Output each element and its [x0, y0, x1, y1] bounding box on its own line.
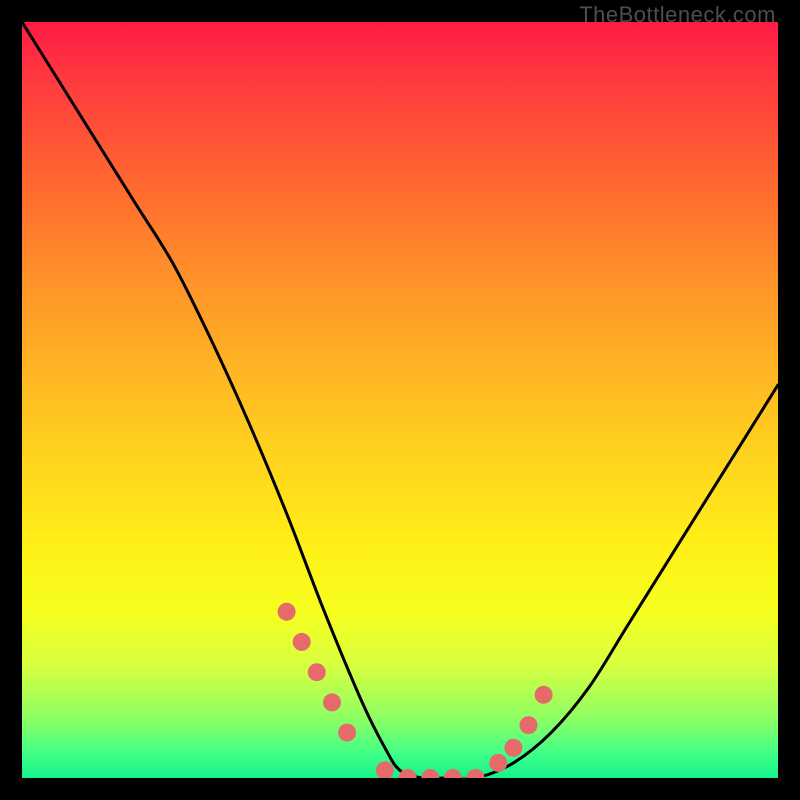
- highlight-dot: [293, 633, 311, 651]
- plot-area: [22, 22, 778, 778]
- highlight-dot: [323, 693, 341, 711]
- highlight-dot: [376, 761, 394, 778]
- bottleneck-curve: [22, 22, 778, 778]
- curve-svg: [22, 22, 778, 778]
- highlight-markers: [278, 603, 553, 778]
- highlight-dot: [421, 769, 439, 778]
- highlight-dot: [308, 663, 326, 681]
- highlight-dot: [504, 739, 522, 757]
- highlight-dot: [467, 769, 485, 778]
- highlight-dot: [444, 769, 462, 778]
- highlight-dot: [520, 716, 538, 734]
- highlight-dot: [338, 724, 356, 742]
- highlight-dot: [489, 754, 507, 772]
- chart-frame: TheBottleneck.com: [0, 0, 800, 800]
- highlight-dot: [535, 686, 553, 704]
- highlight-dot: [278, 603, 296, 621]
